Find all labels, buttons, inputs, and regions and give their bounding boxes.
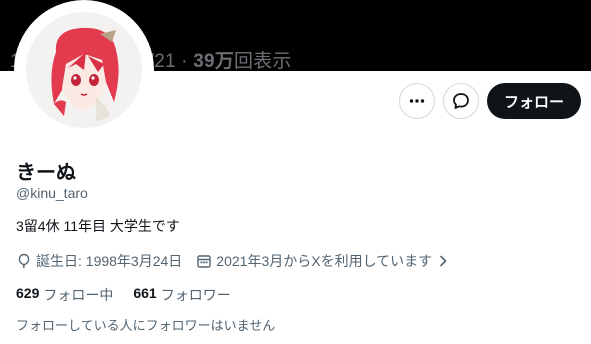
following-label: フォロー中 xyxy=(43,287,114,303)
message-icon xyxy=(453,93,469,109)
bio: 3留4休 11年目 大学生です xyxy=(16,218,180,234)
followers-you-know-note: フォローしている人にフォロワーはいません xyxy=(16,318,276,333)
display-name: きーぬ xyxy=(16,162,76,184)
avatar[interactable] xyxy=(26,12,142,128)
avatar-image xyxy=(26,12,142,128)
followers-count: 661 xyxy=(133,285,157,301)
joined-text: 2021年3月からXを利用しています xyxy=(216,253,433,269)
joined-item[interactable]: 2021年3月からXを利用しています xyxy=(196,251,454,271)
following-link[interactable]: 629 フォロー中 xyxy=(16,285,113,305)
user-handle: @kinu_taro xyxy=(16,185,88,201)
banner-views-count: 39万 xyxy=(193,51,235,71)
follow-button[interactable]: フォロー xyxy=(487,83,581,119)
birthday-text: 誕生日: 1998年3月24日 xyxy=(36,253,183,269)
banner-views-label: 回表示 xyxy=(234,51,292,71)
following-count: 629 xyxy=(16,285,40,301)
balloon-icon xyxy=(18,253,30,269)
calendar-icon xyxy=(197,255,211,268)
followers-link[interactable]: 661 フォロワー xyxy=(133,285,230,305)
more-horizontal-icon xyxy=(409,99,425,103)
birthday-item: 誕生日: 1998年3月24日 xyxy=(16,251,182,271)
profile-meta: 誕生日: 1998年3月24日 2021年3月からXを利用しています xyxy=(16,251,454,271)
message-button[interactable] xyxy=(443,83,479,119)
follow-stats: 629 フォロー中 661 フォロワー xyxy=(16,285,231,305)
chevron-right-icon xyxy=(440,255,447,267)
banner-overlay-date: /21 · xyxy=(148,51,194,71)
followers-label: フォロワー xyxy=(160,287,231,303)
more-button[interactable] xyxy=(399,83,435,119)
